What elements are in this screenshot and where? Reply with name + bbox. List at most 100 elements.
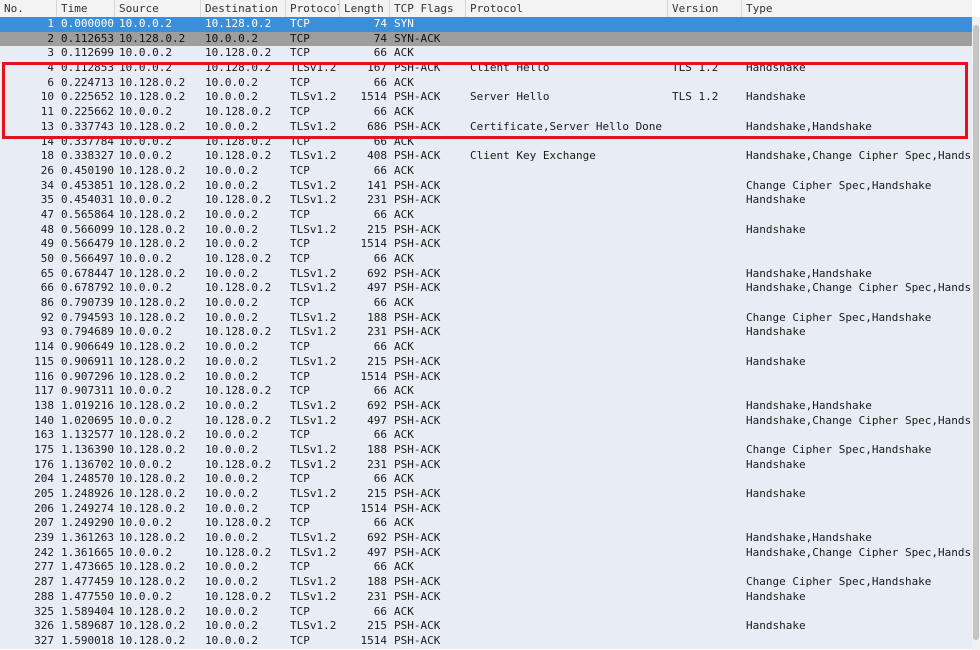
packet-destination: 10.0.0.2 <box>205 619 258 633</box>
column-header-source[interactable]: Source <box>115 0 201 17</box>
packet-info <box>466 414 668 429</box>
packet-protocol: TCP <box>290 560 310 574</box>
packet-row[interactable]: 116 0.907296 10.128.0.2 10.0.0.2 TCP 1514 PSH-… <box>0 369 972 385</box>
packet-row[interactable]: 49 0.566479 10.128.0.2 10.0.0.2 TCP 1514 PSH-A… <box>0 237 972 252</box>
packet-row[interactable]: 206 1.249274 10.128.0.2 10.0.0.2 TCP 1514 PSH-… <box>0 501 972 517</box>
column-header-destination[interactable]: Destination <box>201 0 286 17</box>
packet-destination: 10.0.0.2 <box>205 487 258 500</box>
packet-row[interactable]: 140 1.020695 10.0.0.2 10.128.0.2 TLSv1.2 497 P… <box>0 413 972 429</box>
packet-row[interactable]: 239 1.361263 10.128.0.2 10.0.0.2 TLSv1.2 692 P… <box>0 531 972 546</box>
packet-source: 10.0.0.2 <box>119 516 172 530</box>
packet-row[interactable]: 50 0.566497 10.0.0.2 10.128.0.2 TCP 66 ACK <box>0 252 972 267</box>
packet-info <box>466 516 668 531</box>
packet-row[interactable]: 48 0.566099 10.128.0.2 10.0.0.2 TLSv1.2 215 PS… <box>0 222 972 238</box>
packet-version <box>668 590 742 605</box>
packet-type <box>742 32 972 47</box>
packet-row[interactable]: 86 0.790739 10.128.0.2 10.0.0.2 TCP 66 ACK <box>0 296 972 311</box>
packet-version: TLS 1.2 <box>672 61 719 75</box>
packet-version <box>668 458 742 473</box>
packet-row[interactable]: 207 1.249290 10.0.0.2 10.128.0.2 TCP 66 ACK <box>0 516 972 532</box>
packet-destination: 10.0.0.2 <box>205 531 258 545</box>
packet-row[interactable]: 327 1.590018 10.128.0.2 10.0.0.2 TCP 1514 PSH-… <box>0 633 972 649</box>
column-header-protocol[interactable]: Protocol <box>286 0 340 17</box>
packet-type: Handshake <box>746 222 806 236</box>
packet-destination: 10.128.0.2 <box>205 61 272 75</box>
packet-row[interactable]: 138 1.019216 10.128.0.2 10.0.0.2 TLSv1.2 692 P… <box>0 398 972 414</box>
packet-protocol: TCP <box>290 369 310 383</box>
packet-no: 206 <box>34 501 54 515</box>
packet-row[interactable]: 117 0.907311 10.0.0.2 10.128.0.2 TCP 66 ACK <box>0 384 972 399</box>
packet-version <box>668 267 742 282</box>
column-header-length[interactable]: Length <box>340 0 390 17</box>
packet-row[interactable]: 4 0.112853 10.0.0.2 10.128.0.2 TLSv1.2 167 PSH… <box>0 61 972 76</box>
packet-destination: 10.0.0.2 <box>205 310 258 324</box>
packet-info <box>466 311 668 326</box>
packet-tcp-flags: PSH-ACK <box>394 442 441 456</box>
packet-row[interactable]: 14 0.337784 10.0.0.2 10.128.0.2 TCP 66 ACK <box>0 134 972 150</box>
packet-type: Change Cipher Spec,Handshake <box>746 575 932 589</box>
scrollbar-thumb[interactable] <box>973 25 979 640</box>
packet-row[interactable]: 34 0.453851 10.128.0.2 10.0.0.2 TLSv1.2 141 PS… <box>0 178 972 194</box>
packet-protocol: TLSv1.2 <box>290 398 337 412</box>
packet-row[interactable]: 18 0.338327 10.0.0.2 10.128.0.2 TLSv1.2 408 PS… <box>0 149 972 164</box>
column-header-info[interactable]: Protocol <box>466 0 668 17</box>
packet-destination: 10.0.0.2 <box>205 90 258 104</box>
packet-tcp-flags: SYN-ACK <box>394 31 441 45</box>
packet-row[interactable]: 65 0.678447 10.128.0.2 10.0.0.2 TLSv1.2 692 PS… <box>0 266 972 282</box>
packet-row[interactable]: 1 0.000000 10.0.0.2 10.128.0.2 TCP 74 SYN <box>0 17 972 32</box>
packet-row[interactable]: 205 1.248926 10.128.0.2 10.0.0.2 TLSv1.2 215 P… <box>0 487 972 502</box>
packet-destination: 10.128.0.2 <box>205 17 272 30</box>
packet-time: 1.136390 <box>61 442 114 456</box>
packet-tcp-flags: PSH-ACK <box>394 310 441 324</box>
packet-row[interactable]: 175 1.136390 10.128.0.2 10.0.0.2 TLSv1.2 188 P… <box>0 442 972 458</box>
packet-tcp-flags: ACK <box>394 604 414 618</box>
packet-row[interactable]: 114 0.906649 10.128.0.2 10.0.0.2 TCP 66 ACK <box>0 340 972 355</box>
packet-time: 0.112699 <box>61 46 114 60</box>
packet-source: 10.0.0.2 <box>119 46 172 60</box>
packet-row[interactable]: 176 1.136702 10.0.0.2 10.128.0.2 TLSv1.2 231 P… <box>0 457 972 473</box>
packet-row[interactable]: 6 0.224713 10.128.0.2 10.0.0.2 TCP 66 ACK <box>0 75 972 91</box>
packet-row[interactable]: 325 1.589404 10.128.0.2 10.0.0.2 TCP 66 ACK <box>0 604 972 620</box>
packet-length: 1514 <box>360 501 388 515</box>
packet-source: 10.128.0.2 <box>119 31 186 45</box>
packet-length: 188 <box>367 442 387 456</box>
packet-row[interactable]: 26 0.450190 10.128.0.2 10.0.0.2 TCP 66 ACK <box>0 163 972 179</box>
column-header-time[interactable]: Time <box>57 0 115 17</box>
packet-version <box>668 428 742 443</box>
packet-time: 1.477550 <box>61 589 114 603</box>
packet-length: 692 <box>367 531 387 545</box>
packet-row[interactable]: 47 0.565864 10.128.0.2 10.0.0.2 TCP 66 ACK <box>0 207 972 223</box>
packet-info <box>466 193 668 208</box>
packet-type: Handshake <box>746 61 806 75</box>
packet-info <box>466 17 668 32</box>
packet-row[interactable]: 35 0.454031 10.0.0.2 10.128.0.2 TLSv1.2 231 PS… <box>0 193 972 208</box>
packet-row[interactable]: 92 0.794593 10.128.0.2 10.0.0.2 TLSv1.2 188 PS… <box>0 310 972 326</box>
packet-row[interactable]: 66 0.678792 10.0.0.2 10.128.0.2 TLSv1.2 497 PS… <box>0 281 972 297</box>
packet-info: Client Key Exchange <box>470 149 596 163</box>
column-header-type[interactable]: Type <box>742 0 972 17</box>
column-header-version[interactable]: Version <box>668 0 742 17</box>
packet-row[interactable]: 93 0.794689 10.0.0.2 10.128.0.2 TLSv1.2 231 PS… <box>0 325 972 341</box>
packet-row[interactable]: 115 0.906911 10.128.0.2 10.0.0.2 TLSv1.2 215 P… <box>0 354 972 370</box>
packet-row[interactable]: 3 0.112699 10.0.0.2 10.128.0.2 TCP 66 ACK <box>0 46 972 62</box>
packet-row[interactable]: 11 0.225662 10.0.0.2 10.128.0.2 TCP 66 ACK <box>0 105 972 120</box>
column-header-tcp-flags[interactable]: TCP Flags <box>390 0 466 17</box>
packet-row[interactable]: 287 1.477459 10.128.0.2 10.0.0.2 TLSv1.2 188 P… <box>0 575 972 590</box>
packet-row[interactable]: 2 0.112653 10.128.0.2 10.0.0.2 TCP 74 SYN-ACK <box>0 31 972 47</box>
packet-source: 10.128.0.2 <box>119 237 186 251</box>
packet-row[interactable]: 288 1.477550 10.0.0.2 10.128.0.2 TLSv1.2 231 P… <box>0 589 972 605</box>
packet-row[interactable]: 242 1.361665 10.0.0.2 10.128.0.2 TLSv1.2 497 P… <box>0 545 972 561</box>
packet-row[interactable]: 13 0.337743 10.128.0.2 10.0.0.2 TLSv1.2 686 PS… <box>0 119 972 135</box>
column-header-no[interactable]: No. <box>0 0 57 17</box>
packet-row[interactable]: 204 1.248570 10.128.0.2 10.0.0.2 TCP 66 ACK <box>0 472 972 487</box>
packet-row[interactable]: 326 1.589687 10.128.0.2 10.0.0.2 TLSv1.2 215 P… <box>0 619 972 634</box>
packet-row[interactable]: 277 1.473665 10.128.0.2 10.0.0.2 TCP 66 ACK <box>0 560 972 576</box>
packet-no: 1 <box>47 17 54 30</box>
packet-no: 92 <box>40 310 54 324</box>
packet-version <box>668 355 742 370</box>
vertical-scrollbar[interactable] <box>972 17 980 650</box>
packet-info: Certificate,Server Hello Done <box>470 119 663 133</box>
packet-row[interactable]: 10 0.225652 10.128.0.2 10.0.0.2 TLSv1.2 1514 P… <box>0 90 972 106</box>
packet-tcp-flags: PSH-ACK <box>394 398 441 412</box>
packet-row[interactable]: 163 1.132577 10.128.0.2 10.0.0.2 TCP 66 ACK <box>0 428 972 443</box>
